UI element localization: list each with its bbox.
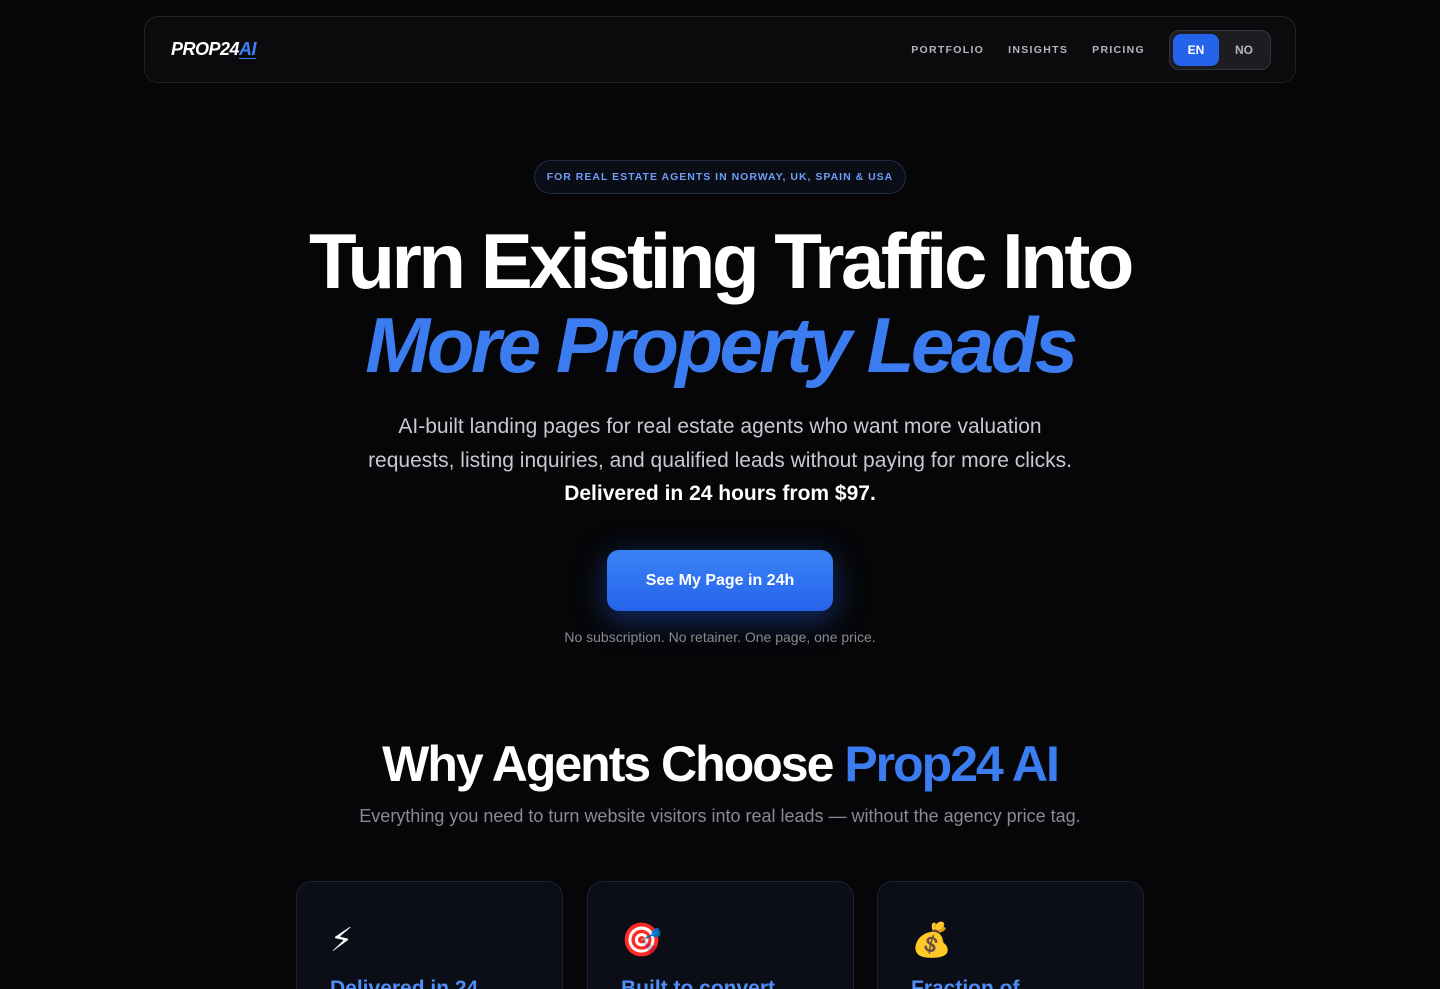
feature-card-convert: 🎯 Built to convert bbox=[587, 881, 854, 989]
lightning-icon: ⚡ bbox=[330, 921, 354, 958]
why-section-title: Why Agents Choose Prop24 AI bbox=[0, 737, 1440, 792]
feature-card-title: Fraction of bbox=[911, 977, 1020, 989]
nav-link-pricing[interactable]: PRICING bbox=[1092, 44, 1145, 56]
money-bag-icon: 💰 bbox=[911, 921, 953, 958]
feature-card-delivery: ⚡ Delivered in 24 bbox=[296, 881, 563, 989]
target-icon: 🎯 bbox=[621, 921, 663, 958]
top-navbar: PROP24 AI PORTFOLIO INSIGHTS PRICING EN N… bbox=[144, 16, 1296, 83]
logo-main-text: PROP24 bbox=[171, 39, 240, 59]
hero-subtitle-text: AI-built landing pages for real estate a… bbox=[368, 415, 1072, 472]
language-switcher: EN NO bbox=[1169, 29, 1271, 70]
brand-logo[interactable]: PROP24 AI bbox=[171, 39, 257, 60]
language-no-button[interactable]: NO bbox=[1221, 34, 1267, 66]
feature-card-title: Built to convert bbox=[621, 977, 776, 989]
see-my-page-button[interactable]: See My Page in 24h bbox=[607, 550, 833, 611]
pricing-note: No subscription. No retainer. One page, … bbox=[564, 629, 876, 645]
audience-pill: FOR REAL ESTATE AGENTS IN NORWAY, UK, SP… bbox=[534, 160, 906, 194]
feature-card-price: 💰 Fraction of bbox=[877, 881, 1144, 989]
feature-card-title: Delivered in 24 bbox=[330, 977, 479, 989]
hero-subtitle: AI-built landing pages for real estate a… bbox=[360, 410, 1080, 511]
why-title-accent: Prop24 AI bbox=[844, 736, 1060, 792]
why-title-main: Why Agents Choose bbox=[382, 736, 834, 792]
why-section-subtitle: Everything you need to turn website visi… bbox=[359, 806, 1081, 826]
hero-title-line2: More Property Leads bbox=[365, 301, 1078, 389]
hero-title-line1: Turn Existing Traffic Into bbox=[309, 217, 1134, 305]
nav-link-portfolio[interactable]: PORTFOLIO bbox=[911, 44, 984, 56]
nav-link-insights[interactable]: INSIGHTS bbox=[1008, 44, 1068, 56]
nav-right-group: PORTFOLIO INSIGHTS PRICING EN NO bbox=[887, 29, 1271, 70]
hero-subtitle-strong: Delivered in 24 hours from $97. bbox=[564, 482, 876, 505]
logo-accent-text: AI bbox=[239, 39, 257, 59]
language-en-button[interactable]: EN bbox=[1173, 33, 1219, 66]
